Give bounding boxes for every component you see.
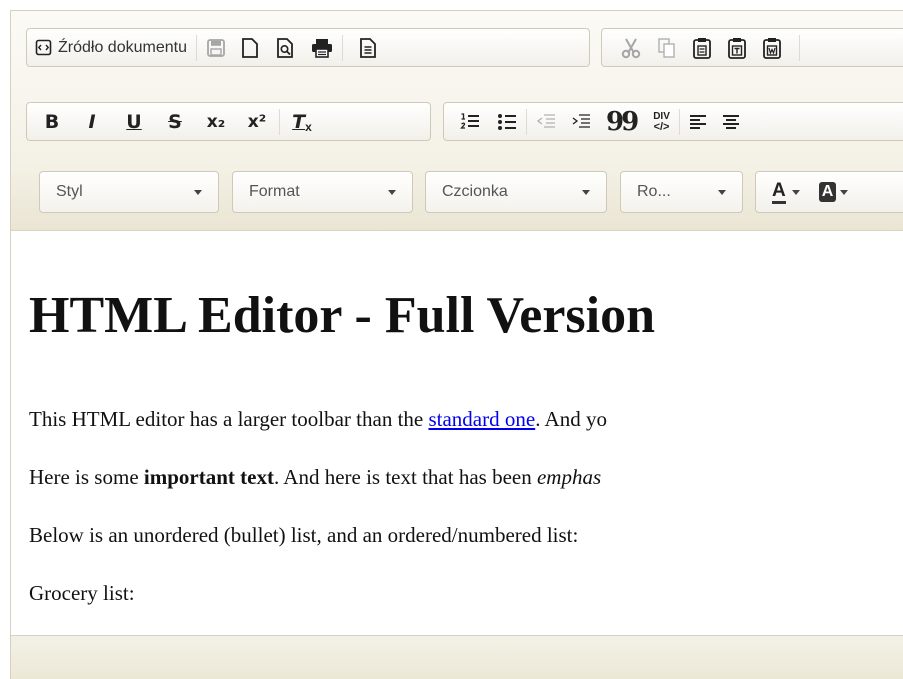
preview-button[interactable] bbox=[276, 33, 294, 63]
font-size-combo[interactable]: Ro... bbox=[620, 171, 743, 213]
paste-text-icon bbox=[728, 37, 746, 59]
div-icon-brackets: </> bbox=[653, 120, 670, 133]
create-div-button[interactable]: DIV </> bbox=[653, 107, 670, 137]
print-icon bbox=[311, 38, 332, 58]
text-color-icon: A bbox=[772, 180, 786, 204]
separator bbox=[195, 34, 197, 61]
style-combo-label: Styl bbox=[56, 183, 83, 200]
separator bbox=[341, 34, 343, 61]
bulleted-list-icon bbox=[498, 113, 516, 130]
paste-button[interactable] bbox=[692, 33, 712, 63]
chevron-down-icon bbox=[582, 189, 590, 195]
remove-format-icon: T bbox=[292, 110, 306, 133]
p2-bold-text: important text bbox=[143, 465, 274, 489]
font-combo[interactable]: Czcionka bbox=[425, 171, 607, 213]
format-combo[interactable]: Format bbox=[232, 171, 413, 213]
chevron-down-icon bbox=[718, 189, 726, 195]
superscript-button[interactable]: x² bbox=[244, 107, 270, 137]
p2-italic-text: emphas bbox=[536, 465, 602, 489]
align-center-button[interactable] bbox=[722, 107, 740, 137]
blockquote-button[interactable]: 99 bbox=[606, 107, 639, 137]
separator bbox=[279, 108, 280, 135]
content-paragraph-1: This HTML editor has a larger toolbar th… bbox=[29, 407, 607, 432]
background-color-icon: A bbox=[818, 182, 837, 202]
content-paragraph-3: Below is an unordered (bullet) list, and… bbox=[29, 523, 579, 547]
paste-word-button[interactable] bbox=[762, 33, 782, 63]
remove-format-button[interactable]: Tx bbox=[289, 107, 315, 137]
subscript-button[interactable]: x₂ bbox=[203, 107, 229, 137]
bulleted-list-button[interactable] bbox=[497, 107, 517, 137]
save-icon bbox=[207, 38, 225, 57]
style-combo[interactable]: Styl bbox=[39, 171, 219, 213]
copy-icon bbox=[658, 37, 675, 58]
new-page-icon bbox=[242, 37, 258, 58]
paste-icon bbox=[693, 37, 711, 59]
print-button[interactable] bbox=[311, 33, 333, 63]
div-icon-label: DIV bbox=[653, 110, 670, 122]
content-paragraph-2: Here is some important text. And here is… bbox=[29, 465, 601, 490]
editor-statusbar bbox=[11, 635, 903, 679]
chevron-down-icon bbox=[791, 189, 800, 195]
toolbar-group-document: Źródło dokumentu bbox=[26, 28, 590, 67]
cut-button[interactable] bbox=[620, 33, 642, 63]
p2-text-before: Here is some bbox=[29, 465, 144, 489]
chevron-down-icon bbox=[194, 189, 202, 195]
content-heading: HTML Editor - Full Version bbox=[29, 287, 656, 344]
numbered-list-button[interactable] bbox=[460, 107, 480, 137]
chevron-down-icon bbox=[840, 189, 849, 195]
format-combo-label: Format bbox=[249, 183, 300, 200]
preview-icon bbox=[277, 37, 293, 58]
new-page-button[interactable] bbox=[241, 33, 259, 63]
underline-button[interactable]: U bbox=[123, 107, 145, 137]
italic-button[interactable]: I bbox=[82, 107, 102, 137]
paste-text-button[interactable] bbox=[727, 33, 747, 63]
editor-content-area[interactable]: HTML Editor - Full Version This HTML edi… bbox=[29, 231, 903, 635]
p1-text-before: This HTML editor has a larger toolbar th… bbox=[29, 407, 429, 431]
editor-toolbar: Źródło dokumentu B I U S x₂ x² T x 99 DI… bbox=[11, 11, 903, 231]
align-center-icon bbox=[722, 114, 739, 129]
indent-icon bbox=[572, 113, 590, 128]
outdent-icon bbox=[536, 113, 555, 128]
templates-button[interactable] bbox=[359, 33, 377, 63]
text-color-button[interactable]: A bbox=[772, 177, 800, 207]
source-button[interactable]: Źródło dokumentu bbox=[35, 33, 187, 63]
standard-one-link[interactable]: standard one bbox=[428, 407, 535, 431]
separator bbox=[799, 34, 800, 61]
background-color-button[interactable]: A bbox=[818, 177, 849, 207]
cut-icon bbox=[621, 38, 641, 58]
font-combo-label: Czcionka bbox=[442, 183, 508, 200]
align-left-button[interactable] bbox=[689, 107, 707, 137]
toolbar-group-paragraph: 99 DIV </> bbox=[443, 102, 903, 141]
toolbar-group-colors: A A bbox=[755, 171, 903, 213]
html-editor: Źródło dokumentu B I U S x₂ x² T x 99 DI… bbox=[10, 10, 903, 679]
templates-icon bbox=[360, 37, 376, 58]
font-size-combo-label: Ro... bbox=[637, 183, 671, 200]
source-button-label: Źródło dokumentu bbox=[58, 38, 187, 56]
toolbar-group-basicstyles: B I U S x₂ x² Tx bbox=[26, 102, 431, 141]
paste-word-icon bbox=[763, 37, 781, 59]
separator bbox=[526, 108, 527, 135]
chevron-down-icon bbox=[388, 189, 396, 195]
outdent-button[interactable] bbox=[536, 107, 556, 137]
save-button[interactable] bbox=[206, 33, 226, 63]
copy-button[interactable] bbox=[657, 33, 677, 63]
remove-format-x: x bbox=[305, 119, 312, 134]
toolbar-group-clipboard bbox=[601, 28, 903, 67]
source-icon bbox=[35, 39, 52, 56]
align-left-icon bbox=[689, 114, 706, 129]
numbered-list-icon bbox=[460, 112, 479, 129]
separator bbox=[678, 108, 680, 135]
bold-button[interactable]: B bbox=[41, 107, 63, 137]
indent-button[interactable] bbox=[571, 107, 591, 137]
p1-text-after: . And yo bbox=[535, 407, 607, 431]
content-paragraph-4: Grocery list: bbox=[29, 581, 135, 605]
p2-text-middle: . And here is text that has been bbox=[273, 465, 537, 489]
strikethrough-button[interactable]: S bbox=[164, 107, 186, 137]
